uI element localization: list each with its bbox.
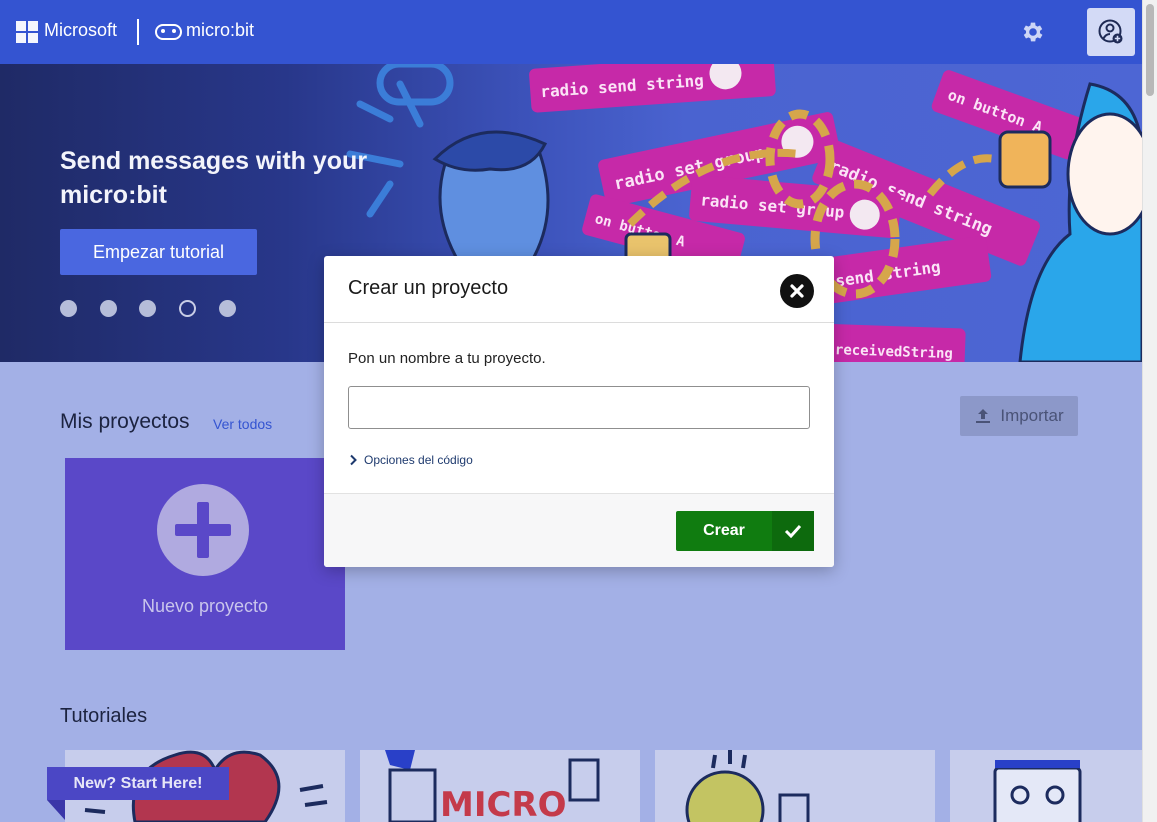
project-name-input[interactable] <box>348 386 810 429</box>
tutorial-card[interactable]: MICRO <box>360 750 640 822</box>
dialog-footer: Crear <box>324 493 834 567</box>
lightbulb-illustration <box>685 750 810 822</box>
import-label: Importar <box>1000 406 1064 425</box>
create-label: Crear <box>703 522 745 539</box>
hero-title: Send messages with your micro:bit <box>60 147 368 209</box>
brand-divider <box>137 19 139 45</box>
microsoft-label[interactable]: Microsoft <box>44 20 117 41</box>
dialog-header: Crear un proyecto <box>324 256 834 323</box>
dialog-body: Pon un nombre a tu proyecto. Opciones de… <box>324 323 834 493</box>
create-button[interactable]: Crear <box>676 511 814 551</box>
checkmark-icon <box>772 511 814 551</box>
product-label[interactable]: micro:bit <box>186 20 254 41</box>
chevron-right-icon <box>350 454 357 466</box>
settings-button[interactable] <box>1010 8 1056 56</box>
import-button[interactable]: Importar <box>960 396 1078 436</box>
view-all-link[interactable]: Ver todos <box>213 416 272 432</box>
dialog-title: Crear un proyecto <box>348 277 509 299</box>
code-options-toggle[interactable]: Opciones del código <box>348 453 473 467</box>
tutorial-card[interactable] <box>655 750 935 822</box>
carousel-dot-3[interactable] <box>139 300 156 317</box>
close-button[interactable] <box>780 274 814 308</box>
microbit-illustration: MICRO <box>385 750 600 822</box>
ribbon-tail <box>47 800 65 820</box>
project-name-label: Pon un nombre a tu proyecto. <box>348 350 546 367</box>
sign-in-button[interactable] <box>1087 8 1135 56</box>
my-projects-title: Mis proyectos <box>60 410 190 433</box>
gear-icon <box>1023 22 1043 42</box>
scrollbar-thumb[interactable] <box>1146 4 1154 96</box>
plus-icon <box>157 484 249 576</box>
new-project-label: Nuevo proyecto <box>141 596 269 616</box>
svg-text:MICRO: MICRO <box>440 785 567 822</box>
close-icon <box>790 284 804 298</box>
page-scrollbar[interactable] <box>1142 0 1157 822</box>
start-tutorial-button[interactable]: Empezar tutorial <box>60 229 257 275</box>
user-add-icon <box>1098 19 1123 44</box>
tutorial-card[interactable] <box>950 750 1142 822</box>
upload-icon <box>976 409 991 423</box>
tutorials-title: Tutoriales <box>60 705 148 727</box>
carousel-dot-5[interactable] <box>219 300 236 317</box>
create-project-dialog: Crear un proyecto Pon un nombre a tu pro… <box>324 256 834 567</box>
top-bar: Microsoft micro:bit <box>0 0 1142 64</box>
carousel-dot-2[interactable] <box>100 300 117 317</box>
start-here-ribbon[interactable]: New? Start Here! <box>47 767 229 800</box>
robot-illustration <box>993 760 1082 822</box>
new-project-card[interactable]: Nuevo proyecto <box>65 458 345 650</box>
carousel-dot-1[interactable] <box>60 300 77 317</box>
microbit-logo-icon[interactable] <box>155 24 182 40</box>
code-options-label: Opciones del código <box>364 453 473 467</box>
microsoft-logo-icon[interactable] <box>16 21 38 43</box>
carousel-dot-4-active[interactable] <box>179 300 196 317</box>
